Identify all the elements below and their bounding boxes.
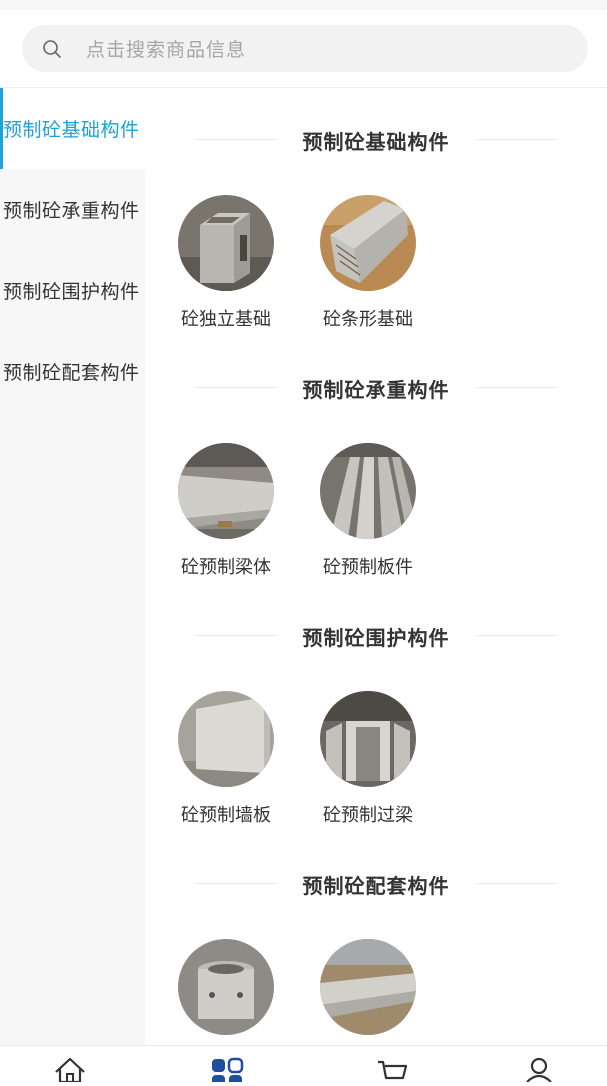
product-image	[320, 939, 416, 1035]
search-input[interactable]: 点击搜索商品信息	[22, 25, 588, 72]
divider	[196, 883, 276, 884]
product-label: 砼条形基础	[323, 309, 413, 330]
section-title: 预制砼配套构件	[302, 873, 450, 898]
product-image	[178, 443, 274, 539]
section-header: 预制砼围护构件	[145, 620, 607, 652]
product-label: 砼独立基础	[181, 309, 271, 330]
product-image	[178, 195, 274, 291]
product-label: 砼预制墙板	[181, 805, 271, 826]
search-icon	[41, 38, 63, 60]
product-item[interactable]: 砼预制板件	[308, 443, 428, 579]
status-strip	[0, 0, 607, 10]
divider	[196, 635, 276, 636]
divider	[196, 139, 276, 140]
section-title: 预制砼承重构件	[302, 377, 450, 402]
product-item[interactable]	[308, 939, 428, 1045]
category-icon	[210, 1056, 244, 1086]
product-image	[320, 195, 416, 291]
product-item[interactable]: 砼预制梁体	[166, 443, 286, 579]
divider	[477, 635, 557, 636]
product-image	[320, 443, 416, 539]
category-sidebar: 预制砼基础构件 预制砼承重构件 预制砼围护构件 预制砼配套构件	[0, 88, 145, 1045]
bottom-tab-bar	[0, 1045, 607, 1086]
section-enclosure: 预制砼围护构件 砼预制墙板 砼预制过梁	[145, 584, 607, 832]
product-item[interactable]: 砼预制过梁	[308, 691, 428, 827]
section-title: 预制砼围护构件	[302, 625, 450, 650]
divider	[477, 387, 557, 388]
section-foundation: 预制砼基础构件 砼独立基础 砼条形基础	[145, 88, 607, 336]
home-icon	[53, 1056, 87, 1084]
section-header: 预制砼基础构件	[145, 124, 607, 156]
divider	[477, 139, 557, 140]
cart-icon	[375, 1056, 409, 1081]
search-placeholder: 点击搜索商品信息	[86, 39, 247, 61]
category-content: 预制砼基础构件 砼独立基础 砼条形基础 预制砼承重构件 砼预制梁体 砼预制板件 …	[145, 88, 607, 1045]
search-bar: 点击搜索商品信息	[0, 10, 607, 88]
divider	[477, 883, 557, 884]
product-image	[178, 691, 274, 787]
product-item[interactable]	[166, 939, 286, 1045]
tab-cart[interactable]	[372, 1056, 412, 1081]
product-label: 砼预制梁体	[181, 557, 271, 578]
product-item[interactable]: 砼独立基础	[166, 195, 286, 331]
tab-home[interactable]	[50, 1056, 90, 1084]
sidebar-item-accessory[interactable]: 预制砼配套构件	[0, 331, 145, 412]
product-label: 砼预制板件	[323, 557, 413, 578]
section-title: 预制砼基础构件	[302, 129, 450, 154]
sidebar-item-load-bearing[interactable]: 预制砼承重构件	[0, 169, 145, 250]
user-icon	[522, 1056, 556, 1083]
section-header: 预制砼配套构件	[145, 868, 607, 900]
product-item[interactable]: 砼条形基础	[308, 195, 428, 331]
product-label: 砼预制过梁	[323, 805, 413, 826]
section-header: 预制砼承重构件	[145, 372, 607, 404]
product-image	[178, 939, 274, 1035]
product-image	[320, 691, 416, 787]
tab-user[interactable]	[519, 1056, 559, 1083]
sidebar-item-enclosure[interactable]: 预制砼围护构件	[0, 250, 145, 331]
section-load-bearing: 预制砼承重构件 砼预制梁体 砼预制板件	[145, 336, 607, 584]
divider	[196, 387, 276, 388]
product-item[interactable]: 砼预制墙板	[166, 691, 286, 827]
sidebar-item-foundation[interactable]: 预制砼基础构件	[0, 88, 145, 169]
section-accessory: 预制砼配套构件	[145, 832, 607, 1045]
tab-category[interactable]	[207, 1056, 247, 1086]
